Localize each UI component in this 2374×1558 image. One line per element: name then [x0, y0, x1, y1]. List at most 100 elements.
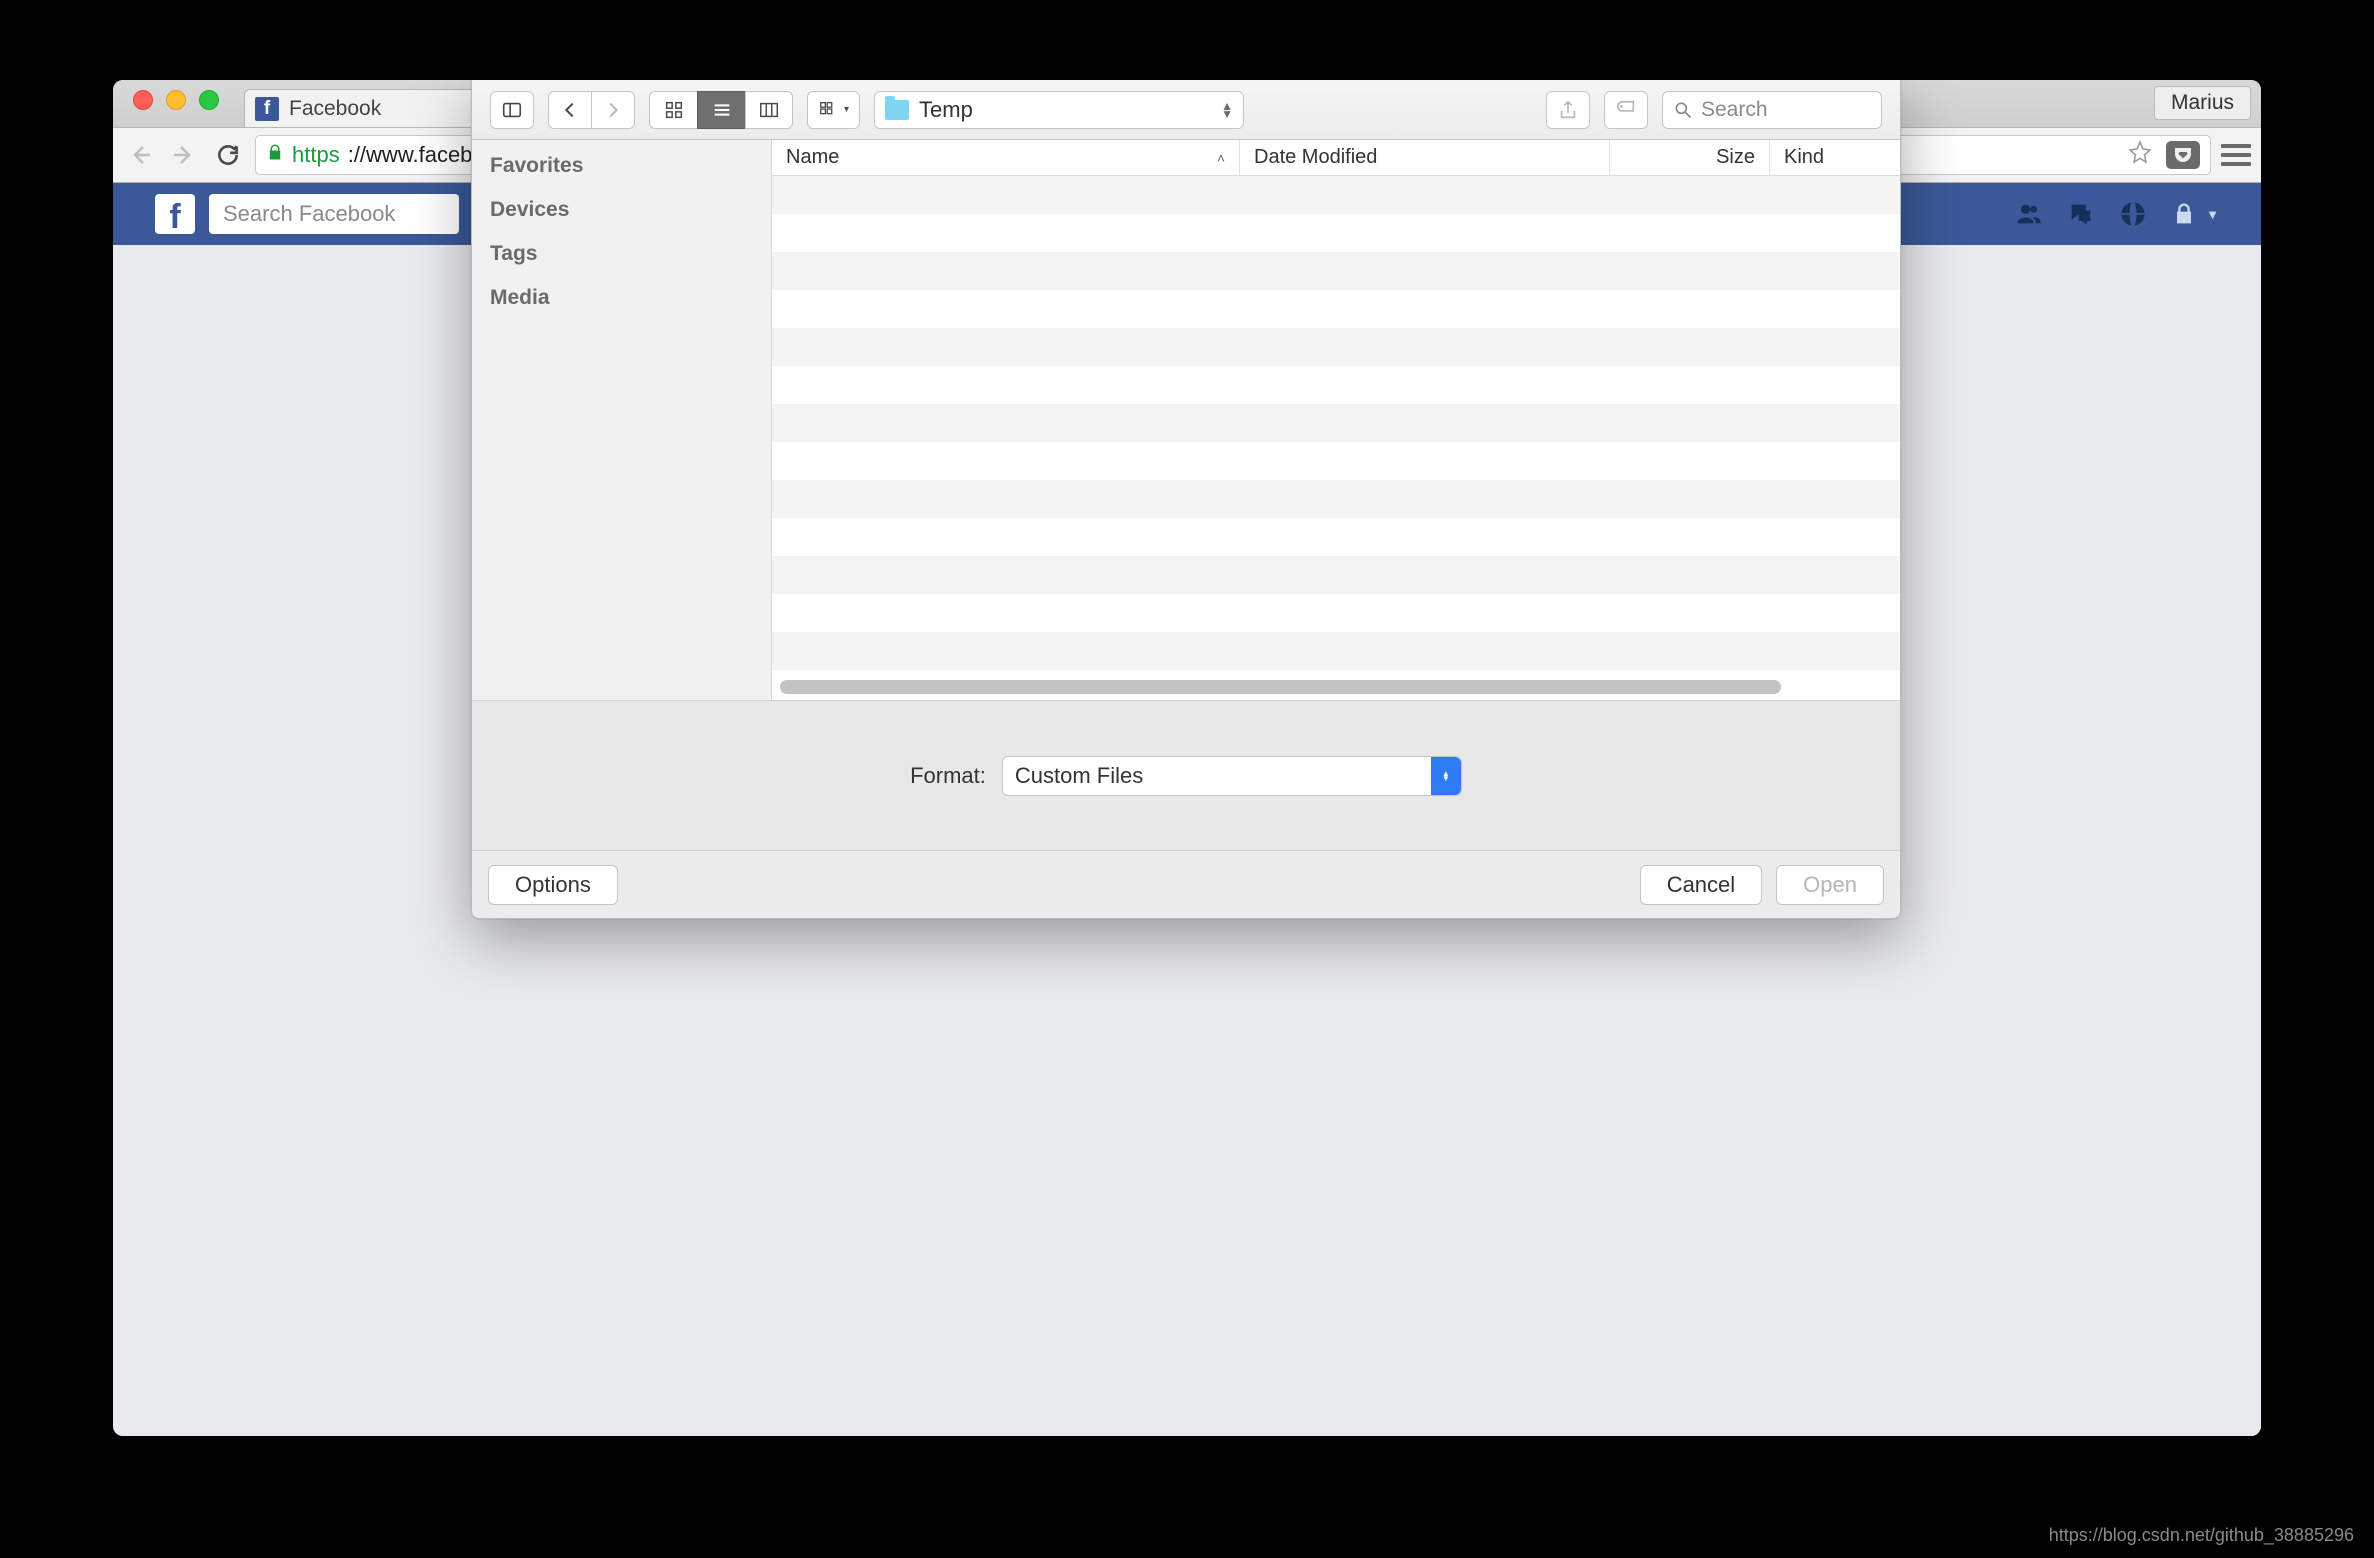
- format-value: Custom Files: [1015, 763, 1143, 789]
- arrange-dropdown-button[interactable]: ▾: [807, 91, 860, 129]
- sidebar-section-tags[interactable]: Tags: [490, 242, 753, 266]
- browser-user-label: Marius: [2171, 91, 2234, 115]
- browser-user-button[interactable]: Marius: [2154, 86, 2251, 120]
- dialog-toolbar: ▾ Temp ▲▼ Search: [472, 80, 1900, 140]
- options-button[interactable]: Options: [488, 865, 618, 905]
- arrow-right-icon: [172, 143, 196, 167]
- facebook-privacy-dropdown[interactable]: ▼: [2170, 200, 2219, 228]
- select-stepper-icon: ▲▼: [1431, 757, 1461, 795]
- window-close-icon[interactable]: [133, 90, 153, 110]
- column-header-name[interactable]: Name ˄: [772, 140, 1240, 175]
- format-label: Format:: [910, 763, 986, 789]
- sidebar-toggle-button[interactable]: [490, 91, 534, 129]
- view-icons-button[interactable]: [649, 91, 697, 129]
- hamburger-icon: [2221, 144, 2251, 148]
- column-headers: Name ˄ Date Modified Size Kind: [772, 140, 1900, 176]
- sidebar-section-devices[interactable]: Devices: [490, 198, 753, 222]
- reload-icon: [215, 142, 241, 168]
- view-columns-button[interactable]: [745, 91, 793, 129]
- browser-window: f Facebook × Marius https://www.facebook…: [113, 80, 2261, 1436]
- nav-history-group: [548, 91, 635, 129]
- grid-icon: [663, 99, 685, 121]
- reload-button[interactable]: [211, 138, 245, 172]
- list-icon: [711, 99, 733, 121]
- column-header-date[interactable]: Date Modified: [1240, 140, 1610, 175]
- dialog-forward-button[interactable]: [591, 91, 635, 129]
- column-header-kind[interactable]: Kind: [1770, 140, 1900, 175]
- file-list-pane: Name ˄ Date Modified Size Kind: [772, 140, 1900, 700]
- lock-icon: [2170, 200, 2198, 228]
- sort-ascending-icon: ˄: [1217, 150, 1225, 166]
- file-open-dialog: ▾ Temp ▲▼ Search Favorites Devices: [471, 80, 1901, 919]
- table-row: [772, 442, 1900, 480]
- dialog-sidebar: Favorites Devices Tags Media: [472, 140, 772, 700]
- window-traffic-lights: [127, 80, 244, 127]
- tab-title: Facebook: [289, 97, 381, 121]
- dialog-body: Favorites Devices Tags Media Name ˄ Date…: [472, 140, 1900, 700]
- arrange-icon: [818, 99, 840, 121]
- dialog-back-button[interactable]: [548, 91, 591, 129]
- bookmark-star-icon[interactable]: [2128, 140, 2152, 170]
- stepper-icon: ▲▼: [1221, 102, 1233, 118]
- table-row: [772, 556, 1900, 594]
- table-row: [772, 328, 1900, 366]
- table-row: [772, 214, 1900, 252]
- window-minimize-icon[interactable]: [166, 90, 186, 110]
- pocket-icon[interactable]: [2166, 141, 2200, 169]
- table-row: [772, 176, 1900, 214]
- sidebar-section-favorites[interactable]: Favorites: [490, 154, 753, 178]
- columns-icon: [758, 99, 780, 121]
- view-list-button[interactable]: [697, 91, 745, 129]
- table-row: [772, 594, 1900, 632]
- friend-requests-icon[interactable]: [2014, 199, 2044, 229]
- facebook-header-actions: ▼: [2014, 199, 2219, 229]
- watermark-text: https://blog.csdn.net/github_38885296: [2049, 1525, 2354, 1546]
- arrow-left-icon: [128, 143, 152, 167]
- caret-down-icon: ▼: [2206, 207, 2219, 222]
- dialog-button-bar: Options Cancel Open: [472, 850, 1900, 918]
- browser-menu-button[interactable]: [2221, 144, 2251, 166]
- scrollbar-thumb[interactable]: [780, 680, 1781, 694]
- view-mode-segment: [649, 91, 793, 129]
- lock-icon: [266, 143, 284, 167]
- facebook-search-input[interactable]: Search Facebook: [209, 194, 459, 234]
- cancel-button[interactable]: Cancel: [1640, 865, 1762, 905]
- url-scheme: https: [292, 142, 340, 168]
- share-button[interactable]: [1546, 91, 1590, 129]
- share-icon: [1557, 99, 1579, 121]
- format-bar: Format: Custom Files ▲▼: [472, 700, 1900, 850]
- search-icon: [1673, 100, 1693, 120]
- nav-back-button[interactable]: [123, 138, 157, 172]
- sidebar-section-media[interactable]: Media: [490, 286, 753, 310]
- table-row: [772, 518, 1900, 556]
- table-row: [772, 404, 1900, 442]
- path-label: Temp: [919, 97, 973, 123]
- table-row: [772, 366, 1900, 404]
- horizontal-scrollbar[interactable]: [780, 680, 1892, 694]
- chevron-left-icon: [559, 99, 581, 121]
- folder-icon: [885, 100, 909, 120]
- table-row: [772, 480, 1900, 518]
- tags-button[interactable]: [1604, 91, 1648, 129]
- table-row: [772, 290, 1900, 328]
- tag-icon: [1615, 99, 1637, 121]
- chevron-down-icon: ▾: [844, 104, 849, 115]
- open-button[interactable]: Open: [1776, 865, 1884, 905]
- facebook-logo-icon[interactable]: f: [155, 194, 195, 234]
- column-header-size[interactable]: Size: [1610, 140, 1770, 175]
- facebook-favicon-icon: f: [255, 97, 279, 121]
- dialog-search-input[interactable]: Search: [1662, 91, 1882, 129]
- path-dropdown[interactable]: Temp ▲▼: [874, 91, 1244, 129]
- column-header-name-label: Name: [786, 146, 839, 169]
- notifications-globe-icon[interactable]: [2118, 199, 2148, 229]
- sidebar-toggle-icon: [501, 99, 523, 121]
- table-row: [772, 252, 1900, 290]
- window-zoom-icon[interactable]: [199, 90, 219, 110]
- file-rows: [772, 176, 1900, 700]
- chevron-right-icon: [602, 99, 624, 121]
- nav-forward-button[interactable]: [167, 138, 201, 172]
- format-select[interactable]: Custom Files ▲▼: [1002, 756, 1462, 796]
- messages-icon[interactable]: [2066, 199, 2096, 229]
- facebook-search-placeholder: Search Facebook: [223, 201, 395, 227]
- table-row: [772, 632, 1900, 670]
